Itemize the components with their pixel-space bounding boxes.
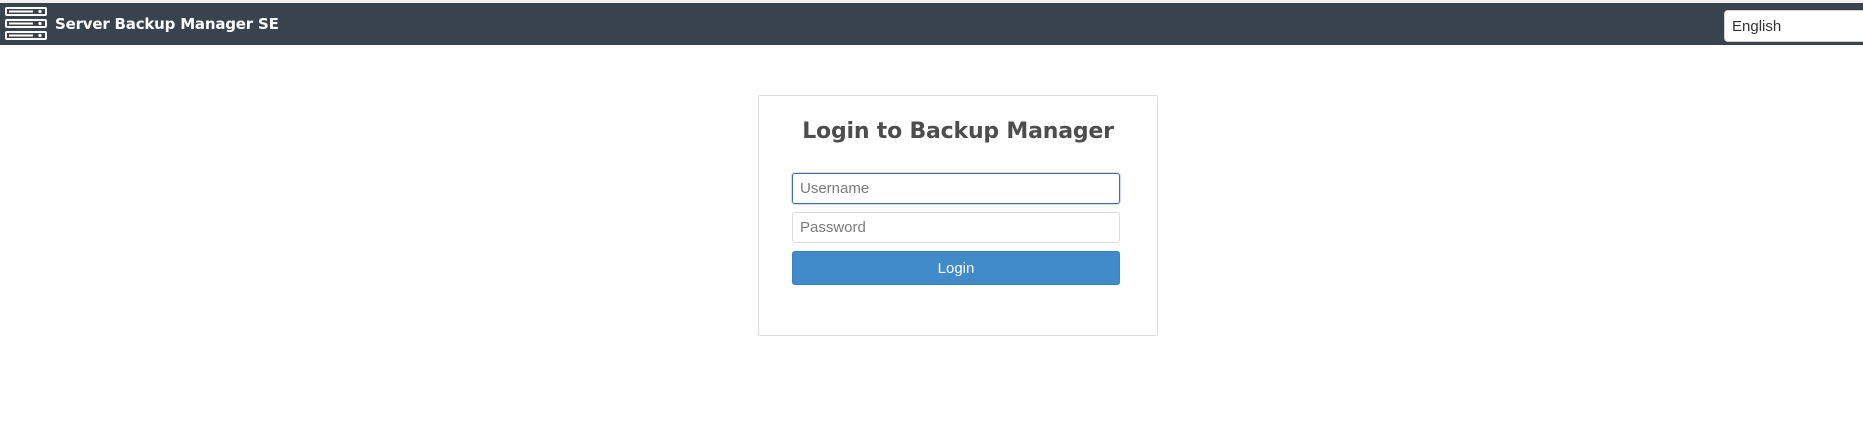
login-panel: Login to Backup Manager Login bbox=[758, 95, 1158, 336]
login-button-label: Login bbox=[937, 259, 975, 277]
username-input[interactable] bbox=[792, 173, 1120, 204]
brand-title: Server Backup Manager SE bbox=[55, 15, 279, 33]
login-button[interactable]: Login bbox=[792, 251, 1120, 285]
brand-link[interactable]: Server Backup Manager SE bbox=[5, 5, 279, 43]
login-title: Login to Backup Manager bbox=[802, 119, 1114, 144]
server-rack-icon bbox=[5, 7, 47, 40]
top-navbar: Server Backup Manager SE English bbox=[0, 3, 1863, 45]
language-select-value: English bbox=[1732, 17, 1782, 35]
password-input[interactable] bbox=[792, 212, 1120, 243]
language-select[interactable]: English bbox=[1724, 10, 1863, 42]
